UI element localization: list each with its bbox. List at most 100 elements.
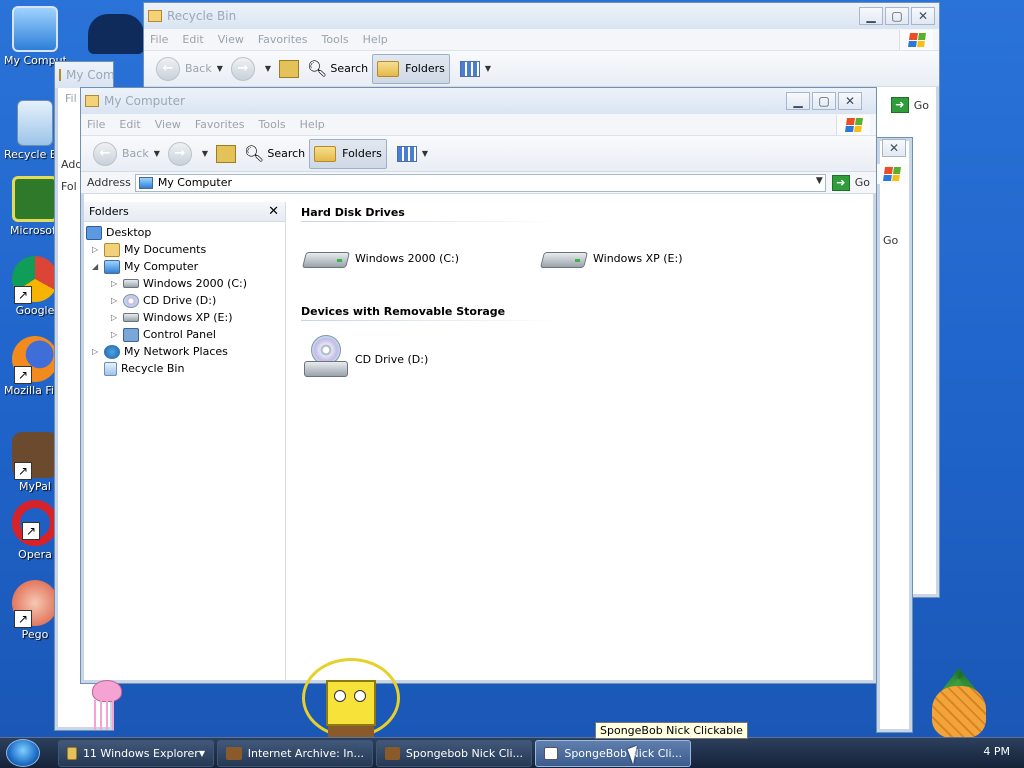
hat-icon: [88, 14, 144, 54]
toolbar: ← Back ▼ → ▼ 🔍︎ Search Folders ▼: [144, 51, 939, 87]
address-input[interactable]: My Computer ▼: [134, 173, 826, 192]
taskbar-button-spongebob-1[interactable]: Spongebob Nick Cli...: [376, 739, 532, 767]
views-button[interactable]: ▼: [456, 54, 495, 84]
title-bar[interactable]: Recycle Bin ▁ ▢ ✕: [144, 3, 939, 29]
menu-edit[interactable]: Edit: [119, 118, 140, 131]
tree-item-label: Desktop: [106, 226, 152, 239]
group-title: Hard Disk Drives: [301, 206, 405, 219]
tree-item-my-computer[interactable]: ◢ My Computer: [92, 258, 198, 275]
folders-button[interactable]: Folders: [372, 53, 450, 84]
close-button[interactable]: ✕: [911, 7, 935, 25]
minimize-button[interactable]: ▁: [859, 7, 883, 25]
minimize-button[interactable]: ▁: [786, 92, 810, 110]
expand-icon[interactable]: ▷: [111, 279, 123, 288]
menu-favorites[interactable]: Favorites: [258, 33, 308, 46]
tree-item-label: Recycle Bin: [121, 362, 185, 375]
collapse-icon[interactable]: ◢: [92, 262, 104, 271]
go-label[interactable]: Go: [883, 234, 898, 247]
tree-item-control-panel[interactable]: ▷ Control Panel: [111, 326, 216, 343]
chevron-down-icon[interactable]: ▼: [816, 176, 823, 186]
expand-icon[interactable]: ▷: [111, 296, 123, 305]
views-icon: [459, 60, 480, 77]
folders-button[interactable]: Folders: [309, 138, 387, 169]
cd-drive-icon: [123, 293, 139, 308]
chevron-down-icon: ▼: [421, 149, 429, 158]
drive-item-windows-2000[interactable]: Windows 2000 (C:): [302, 244, 459, 272]
menu-edit[interactable]: Edit: [182, 33, 203, 46]
menu-help[interactable]: Help: [300, 118, 325, 131]
forward-button[interactable]: → ▼: [227, 54, 275, 84]
menu-tools[interactable]: Tools: [259, 118, 286, 131]
go-button[interactable]: ➜ Go: [831, 174, 870, 191]
menu-view[interactable]: View: [218, 33, 244, 46]
menu-help[interactable]: Help: [363, 33, 388, 46]
title-bar[interactable]: My Computer: [55, 62, 113, 88]
tree-item-my-documents[interactable]: ▷ My Documents: [92, 241, 206, 258]
maximize-button[interactable]: ▢: [812, 92, 836, 110]
tree-item-label: Windows 2000 (C:): [143, 277, 248, 290]
menu-file[interactable]: Fil: [65, 92, 77, 105]
go-label: Go: [854, 176, 870, 189]
tree-item-windows-xp[interactable]: ▷ Windows XP (E:): [111, 309, 233, 326]
taskbar-button-internet-archive[interactable]: Internet Archive: In...: [217, 739, 373, 767]
folders-label: Folders: [342, 147, 382, 160]
menu-file[interactable]: File: [87, 118, 105, 131]
pineapple-house-icon: [926, 668, 992, 738]
up-button[interactable]: [212, 139, 240, 169]
expand-icon[interactable]: ▷: [111, 330, 123, 339]
search-label: Search: [267, 147, 306, 160]
window-background-right[interactable]: ✕ Go: [874, 137, 913, 733]
chevron-down-icon[interactable]: ▼: [265, 64, 271, 73]
chevron-down-icon[interactable]: ▼: [202, 149, 208, 158]
back-button[interactable]: ← Back ▼: [152, 54, 227, 84]
tree-item-cd-drive[interactable]: ▷ CD Drive (D:): [111, 292, 216, 309]
close-button[interactable]: ✕: [838, 92, 862, 110]
tree-item-windows-2000[interactable]: ▷ Windows 2000 (C:): [111, 275, 247, 292]
close-button[interactable]: ✕: [882, 139, 906, 157]
up-button[interactable]: [275, 54, 303, 84]
jellyfish-icon: [84, 680, 126, 735]
title-bar[interactable]: My Computer ▁ ▢ ✕: [81, 88, 876, 114]
tree-item-recycle-bin[interactable]: Recycle Bin: [104, 360, 184, 377]
menu-favorites[interactable]: Favorites: [195, 118, 245, 131]
expand-icon[interactable]: ▷: [92, 347, 104, 356]
forward-arrow-icon: →: [230, 56, 255, 81]
desktop-icon-my-computer[interactable]: My Computer: [4, 6, 66, 67]
expand-icon[interactable]: ▷: [92, 245, 104, 254]
taskbar-button-spongebob-2[interactable]: SpongeBob Nick Cli...: [535, 739, 691, 767]
monitor-icon: [12, 6, 58, 52]
maximize-button[interactable]: ▢: [885, 7, 909, 25]
search-button[interactable]: 🔍︎ Search: [240, 139, 309, 169]
search-button[interactable]: 🔍︎ Search: [303, 54, 372, 84]
start-button[interactable]: [6, 739, 40, 767]
taskbar-button-windows-explorer[interactable]: 11 Windows Explorer ▼: [58, 739, 214, 767]
chevron-down-icon[interactable]: ▼: [154, 149, 160, 158]
folder-icon: [85, 95, 99, 107]
documents-folder-icon: [104, 242, 120, 257]
window-my-computer[interactable]: My Computer ▁ ▢ ✕ File Edit View Favorit…: [80, 87, 877, 684]
drive-item-windows-xp[interactable]: Windows XP (E:): [540, 244, 683, 272]
folders-label: Folders: [405, 62, 445, 75]
taskbar-button-label: 11 Windows Explorer: [82, 746, 199, 760]
windows-flag-icon: [836, 115, 870, 135]
hard-drive-icon: [302, 244, 350, 272]
expand-icon[interactable]: ▷: [111, 313, 123, 322]
chevron-down-icon[interactable]: ▼: [217, 64, 223, 73]
drive-item-cd-drive[interactable]: CD Drive (D:): [302, 335, 428, 383]
tree-item-desktop[interactable]: Desktop: [86, 224, 151, 241]
tree-item-network-places[interactable]: ▷ My Network Places: [92, 343, 228, 360]
menu-bar: File Edit View Favorites Tools Help: [144, 29, 939, 51]
folder-icon: [67, 746, 77, 760]
tree-item-label: My Documents: [124, 243, 207, 256]
shortcut-arrow-icon: ↗: [14, 462, 32, 480]
go-button[interactable]: ➜ Go: [890, 97, 929, 113]
system-clock[interactable]: 4 PM: [983, 745, 1010, 758]
close-icon[interactable]: ✕: [268, 204, 279, 219]
forward-button[interactable]: → ▼: [164, 139, 212, 169]
group-divider: [301, 221, 561, 222]
back-button[interactable]: ← Back ▼: [89, 139, 164, 169]
menu-view[interactable]: View: [155, 118, 181, 131]
menu-tools[interactable]: Tools: [322, 33, 349, 46]
views-button[interactable]: ▼: [393, 139, 432, 169]
menu-file[interactable]: File: [150, 33, 168, 46]
